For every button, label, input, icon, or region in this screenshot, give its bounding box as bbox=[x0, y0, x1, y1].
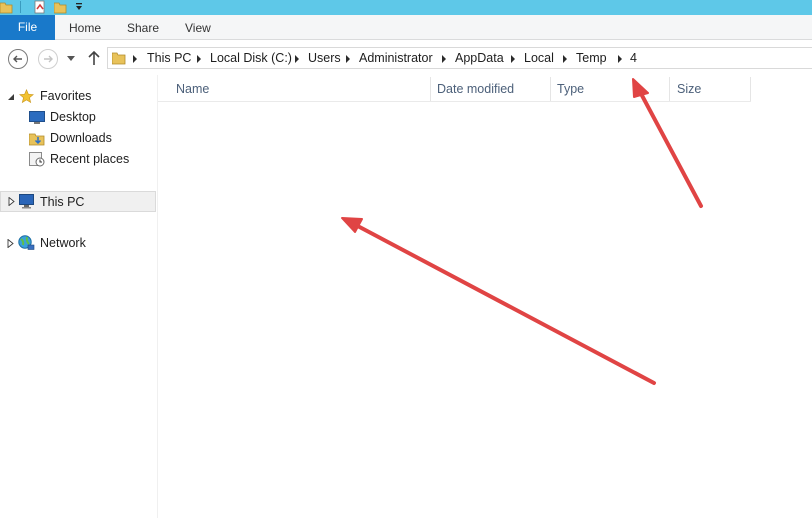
expanded-chevron-icon[interactable] bbox=[7, 93, 15, 101]
folder-icon bbox=[112, 52, 126, 65]
column-header-name[interactable]: Name bbox=[159, 77, 431, 102]
nav-label: This PC bbox=[40, 195, 85, 209]
back-arrow-icon bbox=[13, 55, 22, 63]
new-folder-icon[interactable] bbox=[54, 0, 68, 14]
nav-label: Desktop bbox=[50, 110, 96, 124]
navigation-bar: This PC Local Disk (C:) Users Administra… bbox=[0, 41, 812, 75]
up-arrow-icon[interactable] bbox=[88, 50, 100, 66]
breadcrumb-temp[interactable]: Temp bbox=[576, 51, 607, 65]
breadcrumb-separator-icon[interactable] bbox=[511, 55, 515, 63]
tab-file[interactable]: File bbox=[0, 15, 55, 40]
breadcrumb-separator-icon[interactable] bbox=[346, 55, 350, 63]
nav-item-favorites[interactable]: Favorites bbox=[0, 86, 156, 107]
recent-locations-chevron-icon[interactable] bbox=[67, 56, 75, 62]
tab-home[interactable]: Home bbox=[69, 15, 101, 40]
breadcrumb-4[interactable]: 4 bbox=[630, 51, 637, 65]
tab-view[interactable]: View bbox=[185, 15, 211, 40]
nav-item-downloads[interactable]: Downloads bbox=[0, 128, 156, 149]
downloads-icon bbox=[29, 133, 45, 146]
breadcrumb-separator-icon[interactable] bbox=[133, 55, 137, 63]
navigation-pane: Favorites Desktop Downloads Recent place… bbox=[0, 75, 158, 518]
breadcrumb-separator-icon[interactable] bbox=[442, 55, 446, 63]
breadcrumb-users[interactable]: Users bbox=[308, 51, 341, 65]
computer-icon bbox=[19, 194, 34, 209]
title-bar bbox=[0, 0, 812, 15]
breadcrumb-local-disk[interactable]: Local Disk (C:) bbox=[210, 51, 292, 65]
breadcrumb-this-pc[interactable]: This PC bbox=[147, 51, 191, 65]
breadcrumb-appdata[interactable]: AppData bbox=[455, 51, 504, 65]
collapsed-chevron-icon[interactable] bbox=[7, 239, 14, 248]
file-list-area[interactable] bbox=[159, 102, 812, 518]
breadcrumb-separator-icon[interactable] bbox=[197, 55, 201, 63]
breadcrumb-separator-icon[interactable] bbox=[295, 55, 299, 63]
properties-icon[interactable] bbox=[33, 0, 47, 14]
nav-item-network[interactable]: Network bbox=[0, 233, 156, 254]
back-button[interactable] bbox=[8, 49, 28, 69]
separator bbox=[20, 1, 21, 13]
breadcrumb-separator-icon[interactable] bbox=[563, 55, 567, 63]
star-icon bbox=[19, 89, 34, 104]
breadcrumb-separator-icon[interactable] bbox=[618, 55, 622, 63]
breadcrumb-administrator[interactable]: Administrator bbox=[359, 51, 433, 65]
column-header-date-modified[interactable]: Date modified bbox=[431, 77, 551, 102]
column-header-type[interactable]: Type bbox=[551, 77, 670, 102]
forward-button[interactable] bbox=[38, 49, 58, 69]
tab-share[interactable]: Share bbox=[127, 15, 159, 40]
nav-item-recent-places[interactable]: Recent places bbox=[0, 149, 156, 170]
recent-places-icon bbox=[29, 152, 45, 167]
network-icon bbox=[18, 235, 35, 250]
column-header-label: Type bbox=[557, 82, 585, 96]
collapsed-chevron-icon[interactable] bbox=[8, 197, 15, 206]
forward-arrow-icon bbox=[44, 55, 53, 63]
address-bar[interactable]: This PC Local Disk (C:) Users Administra… bbox=[107, 47, 812, 69]
nav-label: Recent places bbox=[50, 152, 130, 166]
column-header-label: Size bbox=[677, 82, 702, 96]
column-header-size[interactable]: Size bbox=[670, 77, 751, 102]
nav-item-this-pc[interactable]: This PC bbox=[0, 191, 156, 212]
nav-label: Downloads bbox=[50, 131, 112, 145]
folder-icon[interactable] bbox=[0, 0, 14, 14]
breadcrumb-local[interactable]: Local bbox=[524, 51, 554, 65]
nav-item-desktop[interactable]: Desktop bbox=[0, 107, 156, 128]
column-header-label: Name bbox=[176, 82, 210, 96]
column-header-label: Date modified bbox=[437, 82, 515, 96]
desktop-icon bbox=[29, 111, 45, 124]
ribbon-tab-bar: File Home Share View bbox=[0, 15, 812, 40]
customize-quick-access-icon[interactable] bbox=[74, 0, 84, 14]
nav-label: Network bbox=[40, 236, 86, 250]
nav-label: Favorites bbox=[40, 89, 92, 103]
